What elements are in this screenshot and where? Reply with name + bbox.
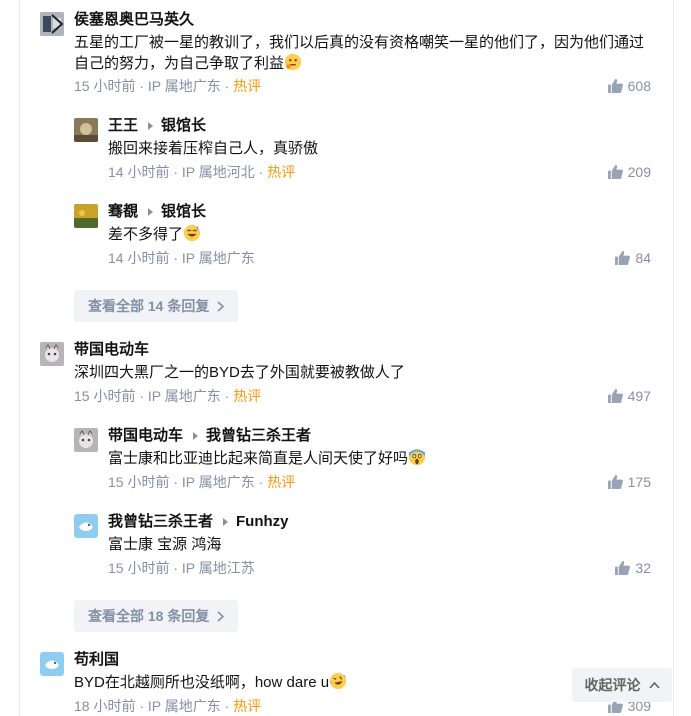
like-button[interactable]: 175 (607, 473, 651, 491)
view-all-replies-button[interactable]: 查看全部 18 条回复 (74, 600, 239, 632)
view-all-replies-button[interactable]: 查看全部 14 条回复 (74, 290, 239, 322)
comment-meta: 18 小时前 · IP 属地广东 · 热评 (74, 698, 262, 714)
thumbs-up-icon (607, 475, 623, 489)
reply-arrow-icon (148, 122, 154, 130)
comment-meta: 15 小时前 · IP 属地广东 · 热评 (74, 78, 262, 94)
reply-meta: 14 小时前 · IP 属地河北 · 热评 (108, 164, 296, 180)
hot-badge: 热评 (267, 164, 296, 180)
thumbs-up-icon (615, 251, 631, 265)
like-button[interactable]: 497 (607, 387, 651, 405)
reply-meta: 14 小时前 · IP 属地广东 (108, 250, 255, 266)
comment-text: 五星的工厂被一星的教训了，我们以后真的没有资格嘲笑一星的他们了，因为他们通过自己… (74, 34, 645, 72)
rofl-emoji-icon (329, 672, 347, 690)
reply-author[interactable]: 骞覩 银馆长 (108, 202, 206, 222)
avatar[interactable] (74, 428, 98, 452)
avatar[interactable] (74, 204, 98, 228)
chevron-up-icon (648, 681, 660, 689)
chevron-right-icon (217, 300, 225, 312)
reply-text: 富士康和比亚迪比起来简直是人间天使了好吗 (108, 448, 426, 469)
chevron-right-icon (217, 610, 225, 622)
comment-author[interactable]: 苟利国 (74, 650, 119, 670)
reply-text: 富士康 宝源 鸿海 (108, 536, 222, 553)
comment-text: 深圳四大黑厂之一的BYD去了外国就要被教做人了 (74, 364, 405, 381)
thinking-emoji-icon (284, 53, 302, 71)
like-button[interactable]: 84 (615, 249, 651, 267)
scream-emoji-icon (408, 448, 426, 466)
thumbs-up-icon (615, 561, 631, 575)
reply-arrow-icon (148, 208, 154, 216)
reply-meta: 15 小时前 · IP 属地江苏 (108, 560, 255, 576)
reply-arrow-icon (223, 518, 229, 526)
thumbs-up-icon (607, 79, 623, 93)
avatar[interactable] (40, 12, 64, 36)
reply-author[interactable]: 带国电动车 我曾钻三杀王者 (108, 426, 311, 446)
reply-author[interactable]: 我曾钻三杀王者 Funhzy (108, 512, 289, 532)
reply-meta: 15 小时前 · IP 属地广东 · 热评 (108, 474, 296, 490)
avatar[interactable] (40, 342, 64, 366)
reply-arrow-icon (193, 432, 199, 440)
avatar[interactable] (74, 514, 98, 538)
thumbs-up-icon (607, 389, 623, 403)
comment-author[interactable]: 侯塞恩奥巴马英久 (74, 10, 194, 30)
sweat-smile-emoji-icon (183, 224, 201, 242)
reply-text: 差不多得了 (108, 224, 201, 245)
hot-badge: 热评 (233, 388, 262, 404)
thumbs-up-icon (607, 165, 623, 179)
like-button[interactable]: 608 (607, 77, 651, 95)
avatar[interactable] (74, 118, 98, 142)
comment-author[interactable]: 带国电动车 (74, 340, 149, 360)
hot-badge: 热评 (233, 78, 262, 94)
like-button[interactable]: 209 (607, 163, 651, 181)
comment-text: BYD在北越厕所也没纸啊，how dare u (74, 672, 347, 693)
comment-meta: 15 小时前 · IP 属地广东 · 热评 (74, 388, 262, 404)
reply-author[interactable]: 王王 银馆长 (108, 116, 206, 136)
avatar[interactable] (40, 652, 64, 676)
hot-badge: 热评 (233, 698, 262, 714)
collapse-comments-button[interactable]: 收起评论 (572, 668, 672, 702)
like-button[interactable]: 32 (615, 559, 651, 577)
reply-text: 搬回来接着压榨自己人，真骄傲 (108, 140, 319, 157)
hot-badge: 热评 (267, 474, 296, 490)
